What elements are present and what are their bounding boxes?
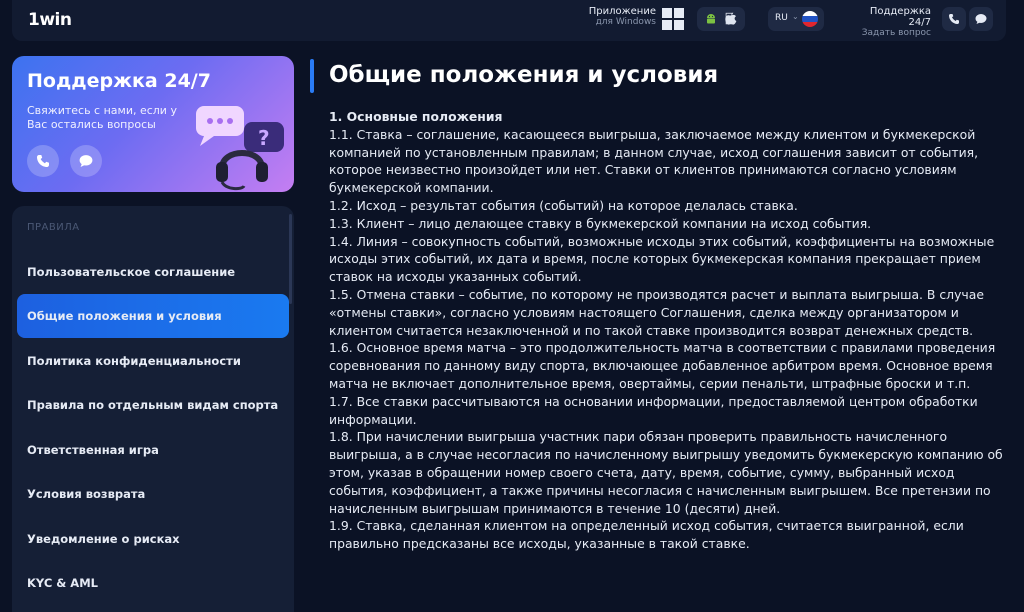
chat-icon <box>79 155 93 167</box>
windows-app-link[interactable]: Приложение для Windows <box>589 6 656 27</box>
sidebar-item-sport-rules[interactable]: Правила по отдельным видам спорта <box>17 383 289 427</box>
sidebar-item-privacy-policy[interactable]: Политика конфиденциальности <box>17 339 289 383</box>
sidebar-item-refund-terms[interactable]: Условия возврата <box>17 472 289 516</box>
header-support-title: Поддержка 24/7 <box>869 6 931 28</box>
terms-body: 1. Основные положения 1.1. Ставка – согл… <box>329 108 1006 553</box>
sidebar-item-label: Политика конфиденциальности <box>27 354 241 368</box>
support-phone-button[interactable] <box>27 145 59 177</box>
header-phone-button[interactable] <box>942 7 966 31</box>
android-icon[interactable] <box>705 13 717 25</box>
section-heading: 1. Основные положения <box>329 109 503 124</box>
header-support-subtitle: Задать вопрос <box>861 28 931 38</box>
terms-content: Общие положения и условия 1. Основные по… <box>310 56 1006 612</box>
app-title: Приложение <box>588 6 656 17</box>
terms-paragraph: 1.9. Ставка, сделанная клиентом на опред… <box>329 518 964 552</box>
sidebar-item-user-agreement[interactable]: Пользовательское соглашение <box>17 250 289 294</box>
apple-icon-shape <box>725 12 737 25</box>
header-support-link[interactable]: Поддержка 24/7 Задать вопрос <box>847 6 931 38</box>
header-chat-button[interactable] <box>969 7 993 31</box>
sidebar-heading: ПРАВИЛА <box>27 222 80 233</box>
sidebar-item-label: KYC & AML <box>27 576 98 590</box>
mobile-apps-pill:  <box>697 7 745 31</box>
phone-icon <box>37 155 49 167</box>
phone-icon <box>949 14 959 24</box>
top-header: 1win Приложение для Windows  RU ⌄ Подде… <box>12 0 1006 41</box>
sidebar-item-label: Уведомление о рисках <box>27 532 180 546</box>
logo-prefix: 1 <box>28 10 40 30</box>
terms-paragraph: 1.6. Основное время матча – это продолжи… <box>329 340 996 391</box>
sidebar-item-label: Условия возврата <box>27 487 146 501</box>
support-headset-illustration: ? <box>196 106 284 191</box>
support-card: Поддержка 24/7 Свяжитесь с нами, если у … <box>12 56 294 192</box>
app-subtitle: для Windows <box>595 17 656 27</box>
logo-name: win <box>39 10 72 30</box>
sidebar-item-responsible-gaming[interactable]: Ответственная игра <box>17 428 289 472</box>
rules-sidebar: ПРАВИЛА Пользовательское соглашение Общи… <box>12 206 294 612</box>
terms-paragraph: 1.2. Исход – результат события (событий)… <box>329 197 798 213</box>
sidebar-item-general-terms[interactable]: Общие положения и условия <box>17 294 289 338</box>
chevron-down-icon: ⌄ <box>792 12 799 21</box>
terms-paragraph: 1.5. Отмена ставки – событие, по котором… <box>329 286 984 338</box>
svg-text:?: ? <box>258 126 270 150</box>
chat-icon <box>975 14 987 24</box>
page-title: Общие положения и условия <box>329 62 719 88</box>
terms-paragraph: 1.8. При начислении выигрыша участник па… <box>329 429 1003 516</box>
sidebar-item-label: Общие положения и условия <box>27 309 222 323</box>
language-code: RU <box>775 13 788 23</box>
support-chat-button[interactable] <box>70 145 102 177</box>
terms-paragraph: 1.7. Все ставки рассчитываются на основа… <box>329 393 978 427</box>
sidebar-scrollbar[interactable] <box>289 214 292 304</box>
support-card-title: Поддержка 24/7 <box>27 70 211 92</box>
language-selector[interactable]: RU ⌄ <box>768 7 824 31</box>
terms-paragraph: 1.3. Клиент – лицо делающее ставку в бук… <box>329 215 872 231</box>
terms-paragraph: 1.4. Линия – совокупность событий, возмо… <box>329 233 995 285</box>
logo[interactable]: 1win <box>28 10 72 30</box>
windows-icon[interactable] <box>662 8 684 30</box>
support-card-description: Свяжитесь с нами, если у Вас остались во… <box>27 104 177 131</box>
russia-flag-icon <box>802 11 818 27</box>
sidebar-item-label: Ответственная игра <box>27 443 159 457</box>
sidebar-item-kyc-aml[interactable]: KYC & AML <box>17 561 289 605</box>
sidebar-item-label: Правила по отдельным видам спорта <box>27 398 279 412</box>
title-accent-bar <box>310 59 314 93</box>
terms-paragraph: 1.1. Ставка – соглашение, касающееся выи… <box>329 126 979 196</box>
sidebar-item-risk-notice[interactable]: Уведомление о рисках <box>17 517 289 561</box>
sidebar-item-label: Пользовательское соглашение <box>27 265 236 279</box>
